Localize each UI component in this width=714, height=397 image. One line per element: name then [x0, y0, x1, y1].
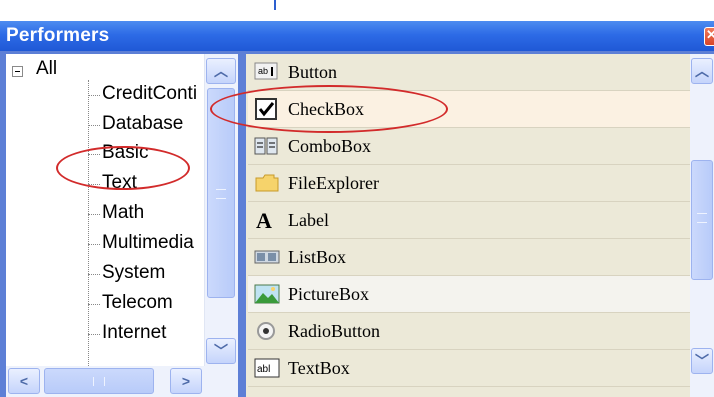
- folder-icon: [255, 174, 279, 192]
- tree-item-system[interactable]: System: [88, 261, 204, 287]
- list-item-listbox[interactable]: ListBox: [248, 239, 690, 276]
- scroll-up-button[interactable]: ︿: [691, 58, 713, 84]
- chevron-down-icon: ﹀: [214, 343, 228, 359]
- list-item-label: TextBox: [288, 358, 350, 378]
- list-item-label: Button: [288, 62, 338, 82]
- tree-item-telecom[interactable]: Telecom: [88, 291, 204, 317]
- list-item-label: Label: [288, 210, 329, 230]
- grip-icon: [93, 377, 105, 386]
- window-title: Performers: [6, 25, 110, 46]
- window-titlebar: Performers: [0, 21, 714, 51]
- tree-item-label: CreditConti: [102, 83, 198, 104]
- tree-item-internet[interactable]: Internet: [88, 321, 204, 347]
- scroll-left-button[interactable]: <: [8, 368, 40, 394]
- panel-splitter[interactable]: [238, 54, 246, 397]
- tree-item-label: Math: [102, 202, 145, 223]
- tree-item-basic[interactable]: Basic: [88, 141, 204, 167]
- chevron-up-icon: ︿: [214, 63, 228, 79]
- listbox-icon: [254, 250, 280, 264]
- list-item-button[interactable]: ab Button: [248, 54, 690, 91]
- top-strip: [0, 0, 714, 22]
- scroll-thumb[interactable]: [44, 368, 154, 394]
- tree-root-label[interactable]: All: [36, 58, 57, 80]
- scroll-right-button[interactable]: >: [170, 368, 202, 394]
- tree-item-label: Basic: [102, 142, 149, 163]
- textbox-icon: abl: [254, 358, 280, 378]
- list-item-label[interactable]: A Label: [248, 202, 690, 239]
- radio-icon: [257, 322, 275, 340]
- tree-horizontal-scrollbar[interactable]: < >: [6, 366, 238, 397]
- list-item-textbox[interactable]: abl TextBox: [248, 350, 690, 387]
- list-item-checkbox[interactable]: CheckBox: [248, 91, 690, 128]
- tree-item-creditconti[interactable]: CreditConti: [88, 82, 204, 108]
- list-item-combobox[interactable]: ComboBox: [248, 128, 690, 165]
- component-list-panel: ab Button CheckBox ComboBox FileExplorer…: [246, 54, 714, 397]
- tree-item-math[interactable]: Math: [88, 201, 204, 227]
- tree-item-text[interactable]: Text: [88, 171, 204, 197]
- scroll-thumb[interactable]: [691, 160, 713, 280]
- grip-icon: [697, 213, 707, 223]
- category-tree: All CreditConti Database Basic Text Math…: [6, 54, 204, 366]
- button-icon: ab: [254, 62, 278, 80]
- list-item-label: CheckBox: [288, 99, 364, 119]
- list-item-label: FileExplorer: [288, 173, 379, 193]
- scroll-up-button[interactable]: ︿: [206, 58, 236, 84]
- close-button[interactable]: ✕: [704, 27, 714, 46]
- list-item-label: ListBox: [288, 247, 347, 267]
- scroll-thumb[interactable]: [207, 88, 235, 298]
- svg-text:abl: abl: [257, 364, 270, 375]
- list-item-radiobutton[interactable]: RadioButton: [248, 313, 690, 350]
- list-item-fileexplorer[interactable]: FileExplorer: [248, 165, 690, 202]
- scroll-down-button[interactable]: ﹀: [691, 348, 713, 374]
- close-icon: ✕: [706, 27, 714, 42]
- chevron-left-icon: <: [19, 373, 29, 389]
- chevron-up-icon: ︿: [695, 63, 709, 79]
- grip-icon: [216, 189, 226, 199]
- list-item-label: ComboBox: [288, 136, 372, 156]
- chevron-right-icon: >: [181, 373, 191, 389]
- tree-item-database[interactable]: Database: [88, 112, 204, 138]
- tree-item-label: System: [102, 262, 166, 283]
- collapse-icon[interactable]: [12, 66, 23, 77]
- tree-item-label: Telecom: [102, 292, 173, 313]
- svg-text:A: A: [256, 208, 272, 232]
- tree-item-label: Multimedia: [102, 232, 194, 253]
- list-item-label: RadioButton: [288, 321, 381, 341]
- tree-item-label: Text: [102, 172, 137, 193]
- divider: [274, 0, 276, 10]
- tree-vertical-scrollbar[interactable]: ︿ ﹀: [204, 54, 238, 366]
- tree-item-multimedia[interactable]: Multimedia: [88, 231, 204, 257]
- list-vertical-scrollbar[interactable]: ︿ ﹀: [690, 54, 714, 397]
- tree-item-label: Database: [102, 113, 184, 134]
- scroll-down-button[interactable]: ﹀: [206, 338, 236, 364]
- list-item-picturebox[interactable]: PictureBox: [248, 276, 690, 313]
- checkbox-icon: [255, 98, 277, 120]
- category-tree-panel: All CreditConti Database Basic Text Math…: [6, 54, 238, 397]
- tree-item-label: Internet: [102, 322, 167, 343]
- picture-icon: [254, 284, 280, 304]
- label-icon: A: [256, 208, 272, 232]
- combobox-icon: [254, 137, 278, 155]
- svg-text:ab: ab: [258, 66, 268, 76]
- list-item-label: PictureBox: [288, 284, 369, 304]
- chevron-down-icon: ﹀: [695, 353, 709, 369]
